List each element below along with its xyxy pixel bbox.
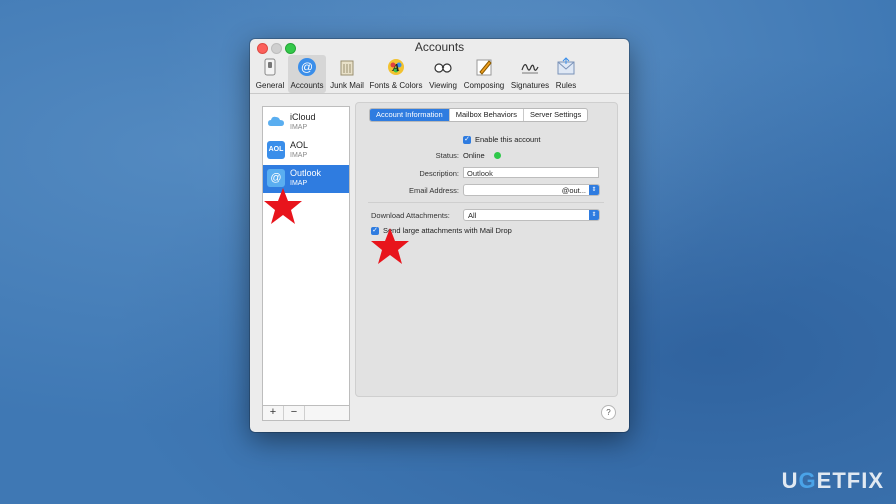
toolbar-label: Composing xyxy=(463,81,505,90)
signature-icon xyxy=(521,64,539,74)
download-attachments-label: Download Attachments: xyxy=(371,211,450,220)
toolbar-accounts[interactable]: @ Accounts xyxy=(288,55,326,93)
toolbar: General @ Accounts Junk Mail A Fonts & C… xyxy=(250,55,629,94)
toolbar-label: General xyxy=(255,81,285,90)
toolbar-label: Junk Mail xyxy=(330,81,364,90)
toolbar-label: Signatures xyxy=(510,81,550,90)
status-value: Online xyxy=(463,151,485,160)
tab-mailbox-behaviors[interactable]: Mailbox Behaviors xyxy=(450,109,524,121)
preferences-window: Accounts General @ Accounts Junk Mail A … xyxy=(250,39,629,432)
email-address-value: @out... xyxy=(561,186,586,195)
at-sign-icon: @ xyxy=(298,58,316,76)
account-type: IMAP xyxy=(290,124,308,131)
envelope-icon xyxy=(557,57,575,75)
divider xyxy=(368,202,604,203)
svg-text:A: A xyxy=(391,62,399,74)
logo-text: U xyxy=(781,468,799,493)
account-name: iCloud xyxy=(290,112,316,122)
remove-account-button[interactable]: − xyxy=(284,406,305,420)
sidebar-controls: + − xyxy=(263,405,349,420)
chevron-updown-icon: ⇕ xyxy=(589,210,599,220)
status-indicator xyxy=(494,152,501,159)
toolbar-general[interactable]: General xyxy=(252,55,288,93)
accounts-sidebar: iCloud IMAP AOL AOL IMAP @ Outlook IMAP … xyxy=(262,106,350,421)
help-button[interactable]: ? xyxy=(601,405,616,420)
tab-server-settings[interactable]: Server Settings xyxy=(524,109,587,121)
account-tabs: Account Information Mailbox Behaviors Se… xyxy=(369,108,589,122)
title-bar: Accounts xyxy=(250,39,629,55)
toolbar-viewing[interactable]: Viewing xyxy=(426,55,460,93)
account-name: Outlook xyxy=(290,168,322,178)
cloud-icon xyxy=(268,116,284,126)
toolbar-label: Viewing xyxy=(429,81,457,90)
toolbar-junk-mail[interactable]: Junk Mail xyxy=(328,55,366,93)
toolbar-composing[interactable]: Composing xyxy=(462,55,506,93)
glasses-icon xyxy=(434,63,452,73)
window-title: Accounts xyxy=(414,40,465,54)
email-address-label: Email Address: xyxy=(408,186,459,195)
trash-icon xyxy=(340,60,354,76)
toolbar-signatures[interactable]: Signatures xyxy=(508,55,552,93)
aol-icon: AOL xyxy=(267,141,285,159)
description-field[interactable]: Outlook xyxy=(463,167,599,178)
toolbar-fonts-colors[interactable]: A Fonts & Colors xyxy=(368,55,424,93)
red-star-annotation xyxy=(371,228,409,264)
toolbar-rules[interactable]: Rules xyxy=(552,55,580,93)
red-star-annotation xyxy=(264,188,302,224)
pencil-icon xyxy=(476,59,492,76)
account-item-aol[interactable]: AOL AOL IMAP xyxy=(263,137,349,165)
download-attachments-select[interactable]: All ⇕ xyxy=(463,209,600,221)
at-sign-icon: @ xyxy=(267,169,285,187)
enable-account-checkbox[interactable]: ✓ xyxy=(463,136,471,144)
description-label: Description: xyxy=(419,169,459,178)
toolbar-label: Rules xyxy=(555,81,577,90)
svg-text:@: @ xyxy=(301,60,313,74)
toolbar-label: Fonts & Colors xyxy=(369,81,423,90)
download-attachments-value: All xyxy=(468,211,477,220)
logo-accent: G xyxy=(798,468,817,493)
chevron-updown-icon: ⇕ xyxy=(589,185,599,195)
logo-text: ETFIX xyxy=(816,468,884,493)
enable-account-label: Enable this account xyxy=(475,135,541,144)
font-palette-icon: A xyxy=(388,59,404,75)
switch-icon xyxy=(264,58,276,76)
account-item-icloud[interactable]: iCloud IMAP xyxy=(263,109,349,137)
account-type: IMAP xyxy=(290,152,308,159)
tab-account-information[interactable]: Account Information xyxy=(370,109,450,121)
toolbar-label: Accounts xyxy=(290,81,324,90)
account-name: AOL xyxy=(290,140,309,150)
email-address-select[interactable]: @out... ⇕ xyxy=(463,184,600,196)
add-account-button[interactable]: + xyxy=(263,406,284,420)
ugetfix-logo: UGETFIX xyxy=(782,468,884,494)
status-label: Status: xyxy=(435,151,459,160)
